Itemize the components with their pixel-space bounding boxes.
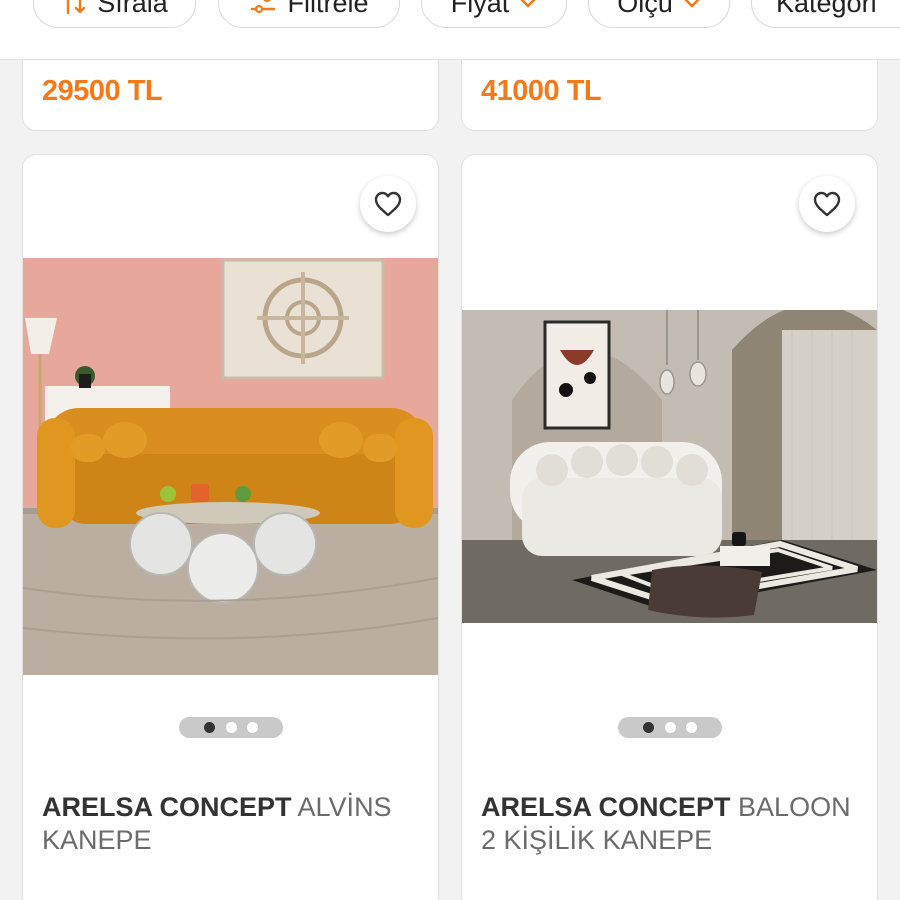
carousel-dot[interactable] (686, 722, 698, 733)
carousel-dot-active[interactable] (203, 722, 215, 733)
sort-button[interactable]: Sırala (33, 0, 196, 28)
size-label: Ölçü (617, 0, 673, 18)
sort-arrows-icon (61, 0, 87, 16)
product-title[interactable]: ARELSA CONCEPT ALVİNS KANEPE (42, 791, 422, 857)
filter-sliders-icon (249, 0, 277, 16)
image-carousel-indicator[interactable] (618, 717, 722, 738)
heart-icon (374, 191, 402, 217)
category-label: Kategori (776, 0, 877, 18)
category-dropdown[interactable]: Kategori (751, 0, 900, 28)
favorite-button[interactable] (360, 176, 416, 232)
product-brand: ARELSA CONCEPT (42, 792, 292, 822)
size-dropdown[interactable]: Ölçü (588, 0, 730, 28)
filter-label: Filtrele (287, 0, 369, 18)
price-label: Fiyat (450, 0, 510, 18)
product-card[interactable]: ARELSA CONCEPT ALVİNS KANEPE (22, 154, 439, 900)
carousel-dot-active[interactable] (642, 722, 654, 733)
heart-icon (813, 191, 841, 217)
carousel-dot[interactable] (247, 722, 259, 733)
product-price: 29500 TL (42, 75, 163, 107)
price-dropdown[interactable]: Fiyat (421, 0, 567, 28)
favorite-button[interactable] (799, 176, 855, 232)
chevron-down-icon (683, 0, 701, 10)
product-title[interactable]: ARELSA CONCEPT BALOON 2 KİŞİLİK KANEPE (481, 791, 861, 857)
product-image[interactable] (23, 258, 438, 675)
product-brand: ARELSA CONCEPT (481, 792, 731, 822)
carousel-dot[interactable] (664, 722, 676, 733)
filter-bar: Sırala Filtrele Fiyat Ölçü Kategori (0, 0, 900, 60)
sort-label: Sırala (97, 0, 168, 18)
carousel-dot[interactable] (225, 722, 237, 733)
image-carousel-indicator[interactable] (179, 717, 283, 738)
product-price: 41000 TL (481, 75, 602, 107)
product-card[interactable]: ARELSA CONCEPT BALOON 2 KİŞİLİK KANEPE (461, 154, 878, 900)
product-image[interactable] (462, 310, 877, 623)
chevron-down-icon (519, 0, 537, 10)
filter-button[interactable]: Filtrele (218, 0, 400, 28)
